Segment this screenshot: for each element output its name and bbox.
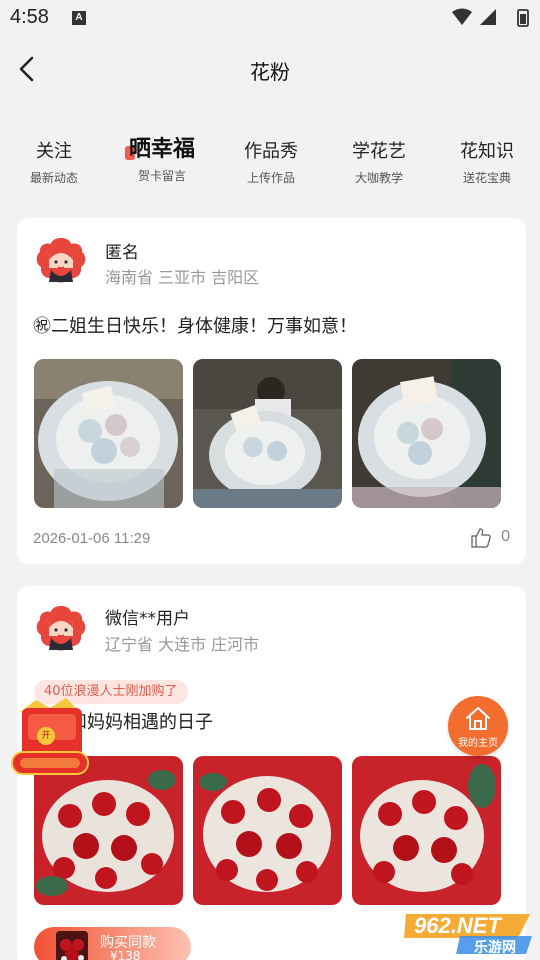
app-header: 花粉 <box>0 36 540 104</box>
tab-title: 作品秀 <box>244 141 298 162</box>
site-watermark: 962.NET 乐游网 <box>400 908 536 958</box>
location: 辽宁省 大连市 庄河市 <box>105 635 260 654</box>
signal-icon <box>480 9 496 25</box>
tab-subtitle: 送花宝典 <box>462 171 511 185</box>
tab-works-show[interactable]: 作品秀 上传作品 <box>221 140 321 186</box>
tab-subtitle: 上传作品 <box>246 171 295 185</box>
tab-subtitle: 最新动态 <box>29 171 78 185</box>
home-icon <box>466 707 490 730</box>
tab-learn-floristry[interactable]: 学花艺 大咖教学 <box>329 140 429 186</box>
bouquet-photo[interactable] <box>352 756 501 905</box>
post-card: 匿名 海南省 三亚市 吉阳区 ㊗二姐生日快乐！身体健康！万事如意！ 2026-0… <box>17 218 526 564</box>
tab-title: 关注 <box>36 141 72 162</box>
tab-share-happiness[interactable]: 晒幸福 贺卡留言 <box>112 138 212 184</box>
tab-subtitle: 贺卡留言 <box>137 169 186 183</box>
post-timestamp: 2026-01-06 11:29 <box>33 530 151 547</box>
bouquet-photo[interactable] <box>193 359 342 508</box>
thumbs-up-icon <box>471 528 491 548</box>
tab-title: 花知识 <box>460 141 514 162</box>
status-bar: 4:58 A <box>0 0 540 36</box>
bouquet-photo[interactable] <box>34 359 183 508</box>
bouquet-photo[interactable] <box>193 756 342 905</box>
wifi-icon <box>452 8 472 25</box>
status-icons <box>452 8 529 27</box>
tab-title: 学花艺 <box>352 141 406 162</box>
post-message: ㊗二姐生日快乐！身体健康！万事如意！ <box>33 316 357 337</box>
red-envelope-label: 开 <box>41 731 51 741</box>
status-time: 4:58 <box>10 6 49 28</box>
watermark-top-text: 962.NET <box>414 913 501 938</box>
watermark-bottom-text: 乐游网 <box>474 940 516 956</box>
my-home-button[interactable]: 我的主页 <box>448 696 508 756</box>
location: 海南省 三亚市 吉阳区 <box>105 268 260 287</box>
red-envelope-button[interactable]: 开 <box>6 694 94 780</box>
avatar[interactable] <box>35 604 87 656</box>
bouquet-photo[interactable] <box>352 359 501 508</box>
product-thumbnail <box>56 931 88 960</box>
like-button[interactable]: 0 <box>470 527 510 551</box>
tab-title: 晒幸福 <box>112 138 212 162</box>
like-count: 0 <box>501 528 510 545</box>
tab-flower-knowledge[interactable]: 花知识 送花宝典 <box>437 140 537 186</box>
username: 匿名 <box>105 243 139 263</box>
buy-same-price: ¥138 <box>110 949 141 960</box>
category-tabs: 关注 最新动态 晒幸福 贺卡留言 作品秀 上传作品 学花艺 大咖教学 花知识 送… <box>0 138 540 200</box>
tab-follow[interactable]: 关注 最新动态 <box>4 140 104 186</box>
notification-icon: A <box>72 11 86 25</box>
my-home-label: 我的主页 <box>458 738 498 749</box>
avatar[interactable] <box>35 236 87 288</box>
page-title: 花粉 <box>250 60 290 84</box>
username: 微信**用户 <box>105 609 190 629</box>
buy-same-button[interactable]: 购买同款 ¥138 <box>34 927 191 960</box>
tab-subtitle: 大咖教学 <box>354 171 403 185</box>
